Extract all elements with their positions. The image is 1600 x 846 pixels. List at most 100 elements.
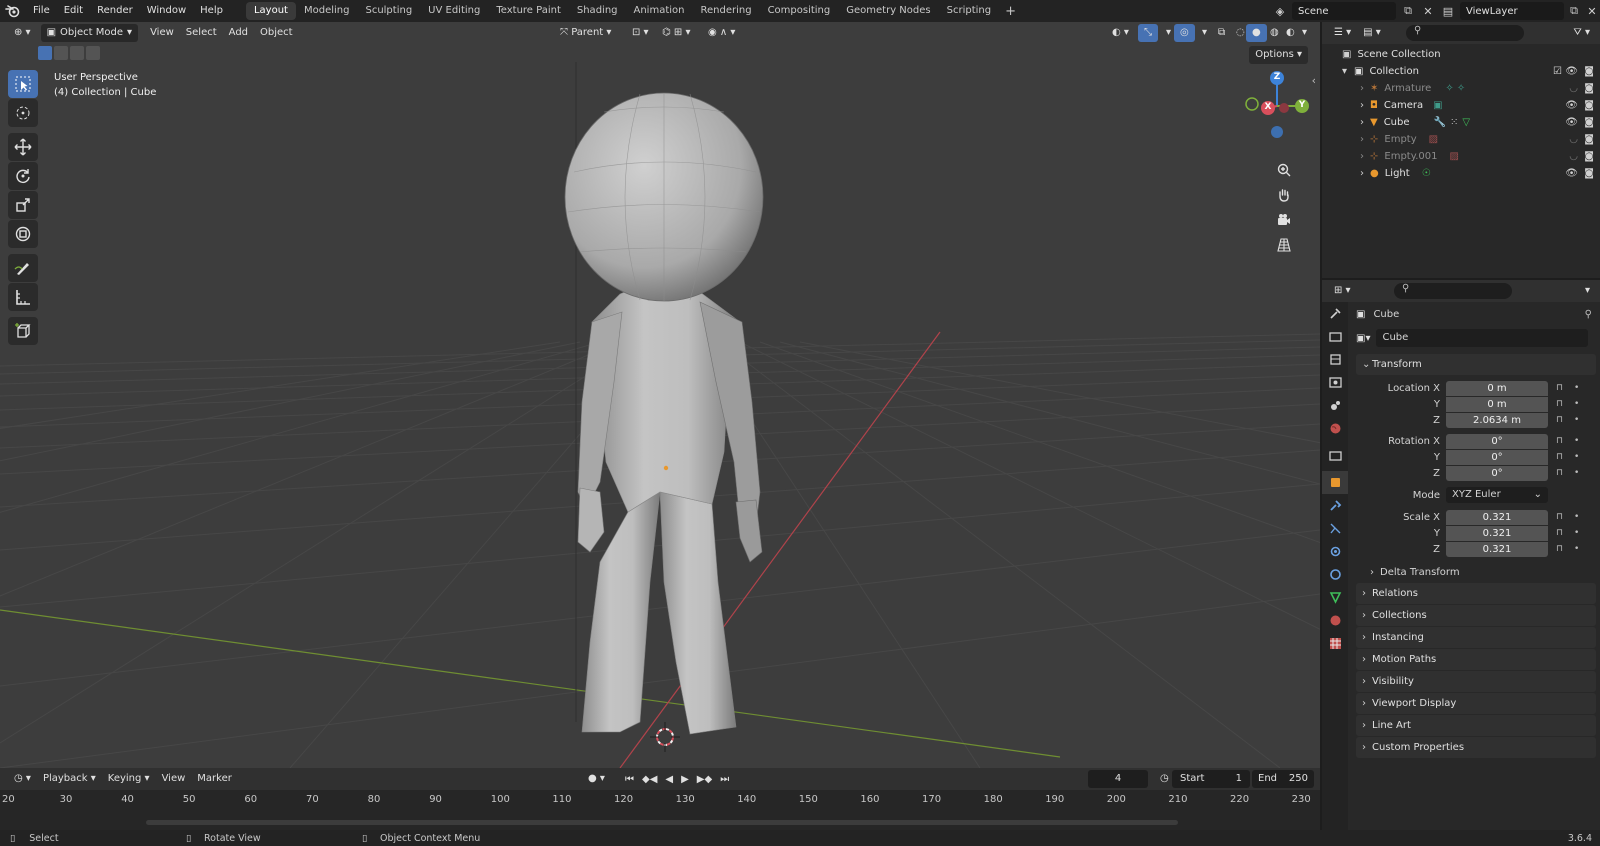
collection-row[interactable]: ▾ ▣ Collection ☑ 👁 ◙: [1322, 63, 1600, 80]
gizmo-toggle-icon[interactable]: ⤡: [1138, 24, 1158, 42]
collection-tab-icon[interactable]: [1322, 444, 1348, 467]
delta-transform-subpanel[interactable]: › Delta Transform: [1350, 562, 1600, 582]
outliner-item-cube[interactable]: › ▼ Cube 🔧 ⁙ ▽ 👁 ◙: [1322, 114, 1600, 131]
overlays-dropdown-icon[interactable]: ▾: [1196, 24, 1213, 42]
panel-visibility[interactable]: › Visibility: [1356, 671, 1596, 692]
material-tab-icon[interactable]: [1322, 609, 1348, 632]
keyframe-dot-icon[interactable]: •: [1574, 399, 1579, 409]
tab-uv-editing[interactable]: UV Editing: [420, 2, 488, 20]
character-mesh[interactable]: [564, 92, 764, 735]
object-name-field[interactable]: Cube: [1376, 329, 1589, 347]
tab-layout[interactable]: Layout: [245, 2, 296, 20]
exclude-checkbox[interactable]: ☑: [1553, 66, 1562, 77]
overlays-toggle-icon[interactable]: ◎: [1174, 24, 1195, 42]
measure-tool[interactable]: [8, 283, 38, 311]
rotation-z-field[interactable]: 0°: [1446, 465, 1548, 481]
location-x-field[interactable]: 0 m: [1446, 380, 1548, 396]
rotation-x-field[interactable]: 0°: [1446, 433, 1548, 449]
lock-icon[interactable]: ⊓: [1556, 528, 1563, 538]
outliner-search-input[interactable]: ⚲: [1406, 25, 1524, 41]
lock-icon[interactable]: ⊓: [1556, 468, 1563, 478]
next-keyframe-icon[interactable]: ▶◆: [694, 771, 715, 789]
keyframe-dot-icon[interactable]: •: [1574, 383, 1579, 393]
jump-end-icon[interactable]: ⏭: [717, 771, 732, 789]
expand-right-icon[interactable]: ›: [1360, 168, 1370, 179]
current-frame-field[interactable]: 4: [1088, 770, 1148, 788]
menu-render[interactable]: Render: [90, 0, 140, 22]
expand-right-icon[interactable]: ›: [1360, 151, 1370, 162]
visibility-icon[interactable]: ◐ ▾: [1106, 24, 1135, 42]
add-workspace-button[interactable]: +: [999, 4, 1022, 19]
hidden-eye-icon[interactable]: ◡: [1569, 151, 1578, 162]
transform-tool[interactable]: [8, 220, 38, 248]
texture-tab-icon[interactable]: [1322, 632, 1348, 655]
scale-tool[interactable]: [8, 191, 38, 219]
frame-ruler[interactable]: 20 30 40 50 60 70 80 90 100 110 120 130 140 150 160 170…: [0, 790, 1320, 830]
delete-scene-icon[interactable]: ✕: [1420, 3, 1436, 19]
object-type-dropdown-icon[interactable]: ▣▾: [1356, 333, 1370, 344]
render-camera-icon[interactable]: ◙: [1584, 66, 1594, 77]
timeline-scrollbar[interactable]: [146, 820, 1178, 825]
visibility-eye-icon[interactable]: 👁: [1565, 100, 1578, 111]
menu-add[interactable]: Add: [223, 24, 254, 42]
tool-tab-icon[interactable]: [1322, 302, 1348, 325]
panel-line-art[interactable]: › Line Art: [1356, 715, 1596, 736]
add-cube-tool[interactable]: [8, 317, 38, 345]
expand-right-icon[interactable]: ›: [1360, 83, 1370, 94]
end-frame-field[interactable]: End 250: [1252, 770, 1314, 788]
pan-hand-icon[interactable]: [1272, 183, 1296, 207]
output-tab-icon[interactable]: [1322, 348, 1348, 371]
constraints-tab-icon[interactable]: [1322, 563, 1348, 586]
visibility-eye-icon[interactable]: 👁: [1565, 168, 1578, 179]
object-tab-icon[interactable]: [1322, 471, 1348, 494]
lock-icon[interactable]: ⊓: [1556, 512, 1563, 522]
editor-type-icon[interactable]: ⊕ ▾: [8, 24, 37, 42]
select-box-tool[interactable]: [8, 70, 38, 98]
keyframe-dot-icon[interactable]: •: [1574, 468, 1579, 478]
physics-tab-icon[interactable]: [1322, 540, 1348, 563]
transform-pivot-dropdown[interactable]: ⤧ Parent ▾: [554, 24, 617, 42]
rotate-tool[interactable]: [8, 162, 38, 190]
keyframe-dot-icon[interactable]: •: [1574, 528, 1579, 538]
keyframe-dot-icon[interactable]: •: [1574, 512, 1579, 522]
outliner-item-armature[interactable]: › ✶ Armature ✧ ✧ ◡ ◙: [1322, 80, 1600, 97]
panel-instancing[interactable]: › Instancing: [1356, 627, 1596, 648]
prev-keyframe-icon[interactable]: ◆◀: [639, 771, 660, 789]
select-subtract-icon[interactable]: [70, 46, 84, 60]
delete-view-layer-icon[interactable]: ✕: [1584, 3, 1600, 19]
timeline-view-menu[interactable]: View: [156, 770, 192, 788]
keyframe-dot-icon[interactable]: •: [1574, 544, 1579, 554]
play-reverse-icon[interactable]: ◀: [662, 771, 676, 789]
menu-select[interactable]: Select: [180, 24, 223, 42]
expand-right-icon[interactable]: ›: [1360, 134, 1370, 145]
lock-icon[interactable]: ⊓: [1556, 399, 1563, 409]
render-camera-icon[interactable]: ◙: [1584, 134, 1594, 145]
annotate-tool[interactable]: [8, 254, 38, 282]
render-camera-icon[interactable]: ◙: [1584, 117, 1594, 128]
menu-edit[interactable]: Edit: [57, 0, 90, 22]
filter-icon[interactable]: ⛛ ▾: [1567, 24, 1596, 42]
render-tab-icon[interactable]: [1322, 325, 1348, 348]
jump-start-icon[interactable]: ⏮: [622, 771, 637, 789]
tab-shading[interactable]: Shading: [569, 2, 626, 20]
ortho-grid-icon[interactable]: [1272, 233, 1296, 257]
visibility-eye-icon[interactable]: 👁: [1565, 117, 1578, 128]
modifiers-tab-icon[interactable]: [1322, 494, 1348, 517]
3d-cursor[interactable]: [650, 722, 680, 752]
scene-icon[interactable]: ◈: [1272, 3, 1288, 19]
tab-texture-paint[interactable]: Texture Paint: [488, 2, 569, 20]
tab-compositing[interactable]: Compositing: [760, 2, 839, 20]
pin-icon[interactable]: ⚲: [1585, 309, 1592, 320]
view-layer-tab-icon[interactable]: [1322, 371, 1348, 394]
select-new-icon[interactable]: [38, 46, 52, 60]
tab-rendering[interactable]: Rendering: [692, 2, 759, 20]
timeline-editor-type-icon[interactable]: ◷ ▾: [8, 770, 37, 788]
hidden-eye-icon[interactable]: ◡: [1569, 134, 1578, 145]
panel-collections[interactable]: › Collections: [1356, 605, 1596, 626]
auto-keying-icon[interactable]: ● ▾: [582, 770, 611, 788]
keying-menu[interactable]: Keying ▾: [102, 770, 156, 788]
tab-geometry-nodes[interactable]: Geometry Nodes: [838, 2, 938, 20]
expand-right-icon[interactable]: ›: [1360, 100, 1370, 111]
lock-icon[interactable]: ⊓: [1556, 544, 1563, 554]
viewport-scene[interactable]: [0, 22, 1320, 768]
